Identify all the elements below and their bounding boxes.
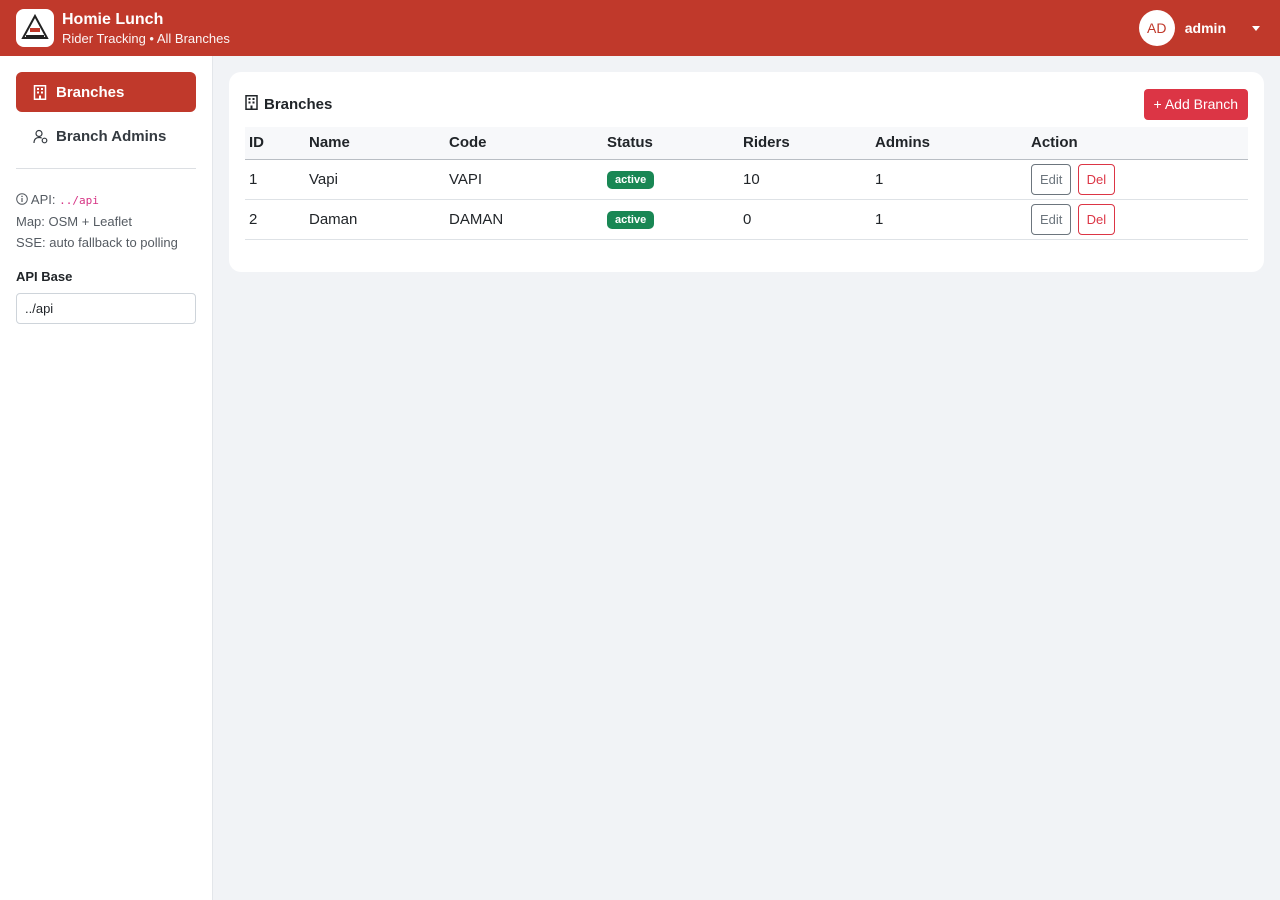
column-header-admins: Admins — [871, 127, 1027, 160]
table-row: 1 Vapi VAPI active 10 1 Edit Del — [245, 159, 1248, 200]
building-icon — [245, 94, 258, 114]
info-icon — [16, 192, 31, 207]
page-title: Branches — [245, 94, 333, 114]
sidebar: Branches Branch Admins API: ../api Map: … — [0, 56, 213, 900]
edit-button[interactable]: Edit — [1031, 163, 1072, 195]
cell-id: 2 — [245, 199, 305, 240]
user-name[interactable]: admin — [1185, 20, 1226, 36]
branches-table: ID Name Code Status Riders Admins Action… — [245, 127, 1248, 240]
cell-admins: 1 — [871, 159, 1027, 200]
column-header-status: Status — [603, 127, 739, 160]
table-header-row: ID Name Code Status Riders Admins Action — [245, 127, 1248, 160]
add-branch-button[interactable]: + Add Branch — [1143, 88, 1248, 120]
chevron-down-icon[interactable] — [1252, 25, 1260, 31]
logo-icon — [21, 13, 49, 39]
avatar[interactable]: AD — [1138, 10, 1175, 46]
cell-name: Vapi — [305, 159, 445, 200]
api-base-label: API Base — [16, 269, 73, 284]
map-info-line: Map: OSM + Leaflet — [16, 214, 132, 229]
sse-info-line: SSE: auto fallback to polling — [16, 235, 178, 250]
column-header-riders: Riders — [739, 127, 871, 160]
divider — [16, 168, 196, 169]
app-subtitle: Rider Tracking • All Branches — [62, 30, 230, 46]
cell-status: active — [603, 199, 739, 240]
column-header-action: Action — [1027, 127, 1248, 160]
cell-riders: 10 — [739, 159, 871, 200]
info-block: API: ../api Map: OSM + Leaflet SSE: auto… — [16, 189, 196, 253]
page-title-text: Branches — [264, 95, 333, 113]
api-info-value: ../api — [59, 194, 99, 207]
card-header: Branches + Add Branch — [245, 88, 1248, 120]
cell-name: Daman — [305, 199, 445, 240]
edit-button[interactable]: Edit — [1031, 203, 1072, 235]
cell-status: active — [603, 159, 739, 200]
cell-action: Edit Del — [1027, 159, 1248, 200]
user-menu[interactable]: AD admin — [1138, 10, 1264, 46]
cell-admins: 1 — [871, 199, 1027, 240]
sidebar-item-label: Branch Admins — [56, 127, 167, 145]
column-header-id: ID — [245, 127, 305, 160]
status-badge: active — [607, 170, 655, 189]
building-icon — [32, 84, 48, 100]
cell-code: DAMAN — [445, 199, 603, 240]
app-title: Homie Lunch — [62, 10, 164, 28]
cell-riders: 0 — [739, 199, 871, 240]
delete-button[interactable]: Del — [1077, 203, 1116, 235]
api-base-input[interactable] — [16, 293, 196, 324]
top-bar: Homie Lunch Rider Tracking • All Branche… — [0, 0, 1280, 56]
branches-card: Branches + Add Branch ID Name Code Statu… — [229, 72, 1264, 272]
brand-logo — [16, 9, 54, 47]
cell-code: VAPI — [445, 159, 603, 200]
cell-action: Edit Del — [1027, 199, 1248, 240]
delete-button[interactable]: Del — [1077, 163, 1116, 195]
sidebar-item-branch-admins[interactable]: Branch Admins — [16, 116, 196, 156]
table-row: 2 Daman DAMAN active 0 1 Edit Del — [245, 199, 1248, 240]
cell-id: 1 — [245, 159, 305, 200]
status-badge: active — [607, 210, 655, 229]
user-gear-icon — [32, 128, 48, 144]
api-info-label: API: — [30, 192, 56, 207]
sidebar-item-branches[interactable]: Branches — [16, 72, 196, 112]
sidebar-item-label: Branches — [56, 83, 125, 101]
column-header-name: Name — [305, 127, 445, 160]
api-info-line: API: ../api — [16, 189, 196, 211]
column-header-code: Code — [445, 127, 603, 160]
